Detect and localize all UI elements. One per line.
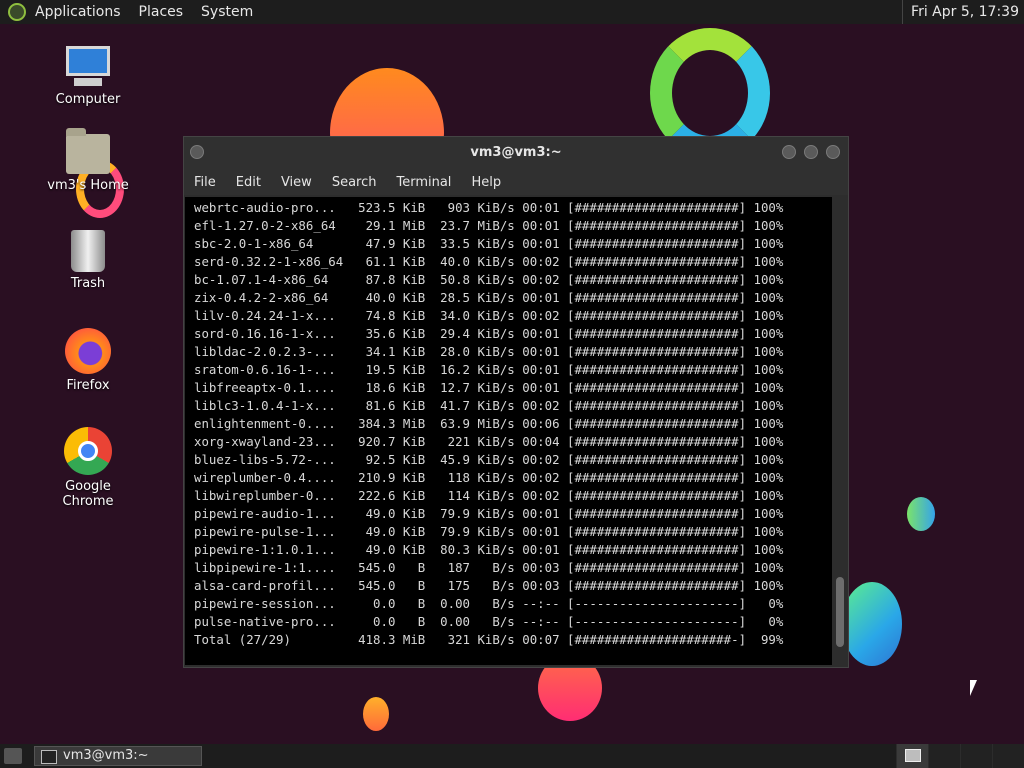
workspace-4[interactable] bbox=[992, 744, 1024, 768]
terminal-window[interactable]: vm3@vm3:~ File Edit View Search Terminal… bbox=[183, 136, 849, 668]
desktop-icon-computer[interactable]: Computer bbox=[38, 46, 138, 107]
wallpaper-orange-small-blob bbox=[363, 697, 389, 731]
maximize-icon[interactable] bbox=[804, 145, 818, 159]
terminal-line: zix-0.4.2-2-x86_64 40.0 KiB 28.5 KiB/s 0… bbox=[194, 290, 784, 305]
terminal-line: pulse-native-pro... 0.0 B 0.00 B/s --:--… bbox=[194, 614, 784, 629]
wallpaper-blue-oval bbox=[842, 582, 902, 666]
menu-file[interactable]: File bbox=[184, 175, 226, 190]
menu-help[interactable]: Help bbox=[461, 175, 511, 190]
mouse-cursor-icon bbox=[970, 680, 977, 696]
terminal-line: pipewire-audio-1... 49.0 KiB 79.9 KiB/s … bbox=[194, 506, 784, 521]
terminal-line: wireplumber-0.4.... 210.9 KiB 118 KiB/s … bbox=[194, 470, 784, 485]
scrollbar-thumb[interactable] bbox=[836, 577, 844, 647]
terminal-line: sord-0.16.16-1-x... 35.6 KiB 29.4 KiB/s … bbox=[194, 326, 784, 341]
menu-terminal[interactable]: Terminal bbox=[386, 175, 461, 190]
desktop-icon-home[interactable]: vm3's Home bbox=[38, 128, 138, 193]
terminal-line: pipewire-1:1.0.1... 49.0 KiB 80.3 KiB/s … bbox=[194, 542, 784, 557]
minimize-icon[interactable] bbox=[782, 145, 796, 159]
desktop-icon-label: Trash bbox=[70, 276, 106, 291]
desktop-icon-firefox[interactable]: Firefox bbox=[38, 328, 138, 393]
menu-system[interactable]: System bbox=[192, 0, 262, 24]
applications-logo-icon[interactable] bbox=[8, 3, 26, 21]
terminal-line: sbc-2.0-1-x86_64 47.9 KiB 33.5 KiB/s 00:… bbox=[194, 236, 784, 251]
terminal-line: enlightenment-0.... 384.3 MiB 63.9 MiB/s… bbox=[194, 416, 784, 431]
home-folder-icon bbox=[66, 128, 110, 174]
terminal-line: libwireplumber-0... 222.6 KiB 114 KiB/s … bbox=[194, 488, 784, 503]
menu-edit[interactable]: Edit bbox=[226, 175, 271, 190]
wallpaper-small-blue-oval bbox=[907, 497, 935, 531]
terminal-line: bc-1.07.1-4-x86_64 87.8 KiB 50.8 KiB/s 0… bbox=[194, 272, 784, 287]
terminal-text: webrtc-audio-pro... 523.5 KiB 903 KiB/s … bbox=[185, 197, 832, 649]
workspace-1[interactable] bbox=[896, 744, 928, 768]
terminal-line: liblc3-1.0.4-1-x... 81.6 KiB 41.7 KiB/s … bbox=[194, 398, 784, 413]
computer-icon bbox=[64, 46, 112, 88]
terminal-line: xorg-xwayland-23... 920.7 KiB 221 KiB/s … bbox=[194, 434, 784, 449]
desktop-icon-label: vm3's Home bbox=[47, 178, 129, 193]
terminal-line: Total (27/29) 418.3 MiB 321 KiB/s 00:07 … bbox=[194, 632, 784, 647]
taskbar-label: vm3@vm3:~ bbox=[63, 748, 149, 763]
clock[interactable]: Fri Apr 5, 17:39 bbox=[902, 0, 1019, 24]
workspace-2[interactable] bbox=[928, 744, 960, 768]
workspace-3[interactable] bbox=[960, 744, 992, 768]
desktop-icon-chrome[interactable]: Google Chrome bbox=[38, 427, 138, 509]
menu-view[interactable]: View bbox=[271, 175, 322, 190]
terminal-line: efl-1.27.0-2-x86_64 29.1 MiB 23.7 MiB/s … bbox=[194, 218, 784, 233]
taskbar-terminal-button[interactable]: vm3@vm3:~ bbox=[34, 746, 202, 766]
menu-search[interactable]: Search bbox=[322, 175, 387, 190]
terminal-scrollbar[interactable] bbox=[833, 197, 847, 665]
trash-icon bbox=[71, 230, 105, 272]
terminal-line: sratom-0.6.16-1-... 19.5 KiB 16.2 KiB/s … bbox=[194, 362, 784, 377]
terminal-output[interactable]: webrtc-audio-pro... 523.5 KiB 903 KiB/s … bbox=[185, 197, 832, 665]
close-icon[interactable] bbox=[826, 145, 840, 159]
top-panel: Applications Places System Fri Apr 5, 17… bbox=[0, 0, 1024, 24]
terminal-menubar: File Edit View Search Terminal Help bbox=[184, 169, 848, 195]
firefox-icon bbox=[65, 328, 111, 374]
menu-places[interactable]: Places bbox=[130, 0, 193, 24]
chrome-icon bbox=[64, 427, 112, 475]
terminal-line: pipewire-session... 0.0 B 0.00 B/s --:--… bbox=[194, 596, 784, 611]
window-titlebar[interactable]: vm3@vm3:~ bbox=[184, 137, 848, 169]
bottom-panel: vm3@vm3:~ bbox=[0, 744, 1024, 768]
window-menu-icon[interactable] bbox=[190, 145, 204, 159]
terminal-line: webrtc-audio-pro... 523.5 KiB 903 KiB/s … bbox=[194, 200, 784, 215]
desktop-icon-label: Computer bbox=[55, 92, 121, 107]
show-desktop-icon[interactable] bbox=[4, 748, 22, 764]
desktop-icon-label: Firefox bbox=[66, 378, 110, 393]
desktop-icon-trash[interactable]: Trash bbox=[38, 230, 138, 291]
terminal-line: pipewire-pulse-1... 49.0 KiB 79.9 KiB/s … bbox=[194, 524, 784, 539]
terminal-line: libfreeaptx-0.1.... 18.6 KiB 12.7 KiB/s … bbox=[194, 380, 784, 395]
terminal-line: lilv-0.24.24-1-x... 74.8 KiB 34.0 KiB/s … bbox=[194, 308, 784, 323]
terminal-line: alsa-card-profil... 545.0 B 175 B/s 00:0… bbox=[194, 578, 784, 593]
terminal-line: serd-0.32.2-1-x86_64 61.1 KiB 40.0 KiB/s… bbox=[194, 254, 784, 269]
menu-applications[interactable]: Applications bbox=[26, 0, 130, 24]
workspace-switcher[interactable] bbox=[896, 744, 1024, 768]
terminal-line: libldac-2.0.2.3-... 34.1 KiB 28.0 KiB/s … bbox=[194, 344, 784, 359]
terminal-line: bluez-libs-5.72-... 92.5 KiB 45.9 KiB/s … bbox=[194, 452, 784, 467]
desktop-icon-label: Google Chrome bbox=[62, 479, 114, 509]
terminal-icon bbox=[41, 750, 57, 764]
window-title: vm3@vm3:~ bbox=[470, 145, 562, 160]
terminal-line: libpipewire-1:1.... 545.0 B 187 B/s 00:0… bbox=[194, 560, 784, 575]
